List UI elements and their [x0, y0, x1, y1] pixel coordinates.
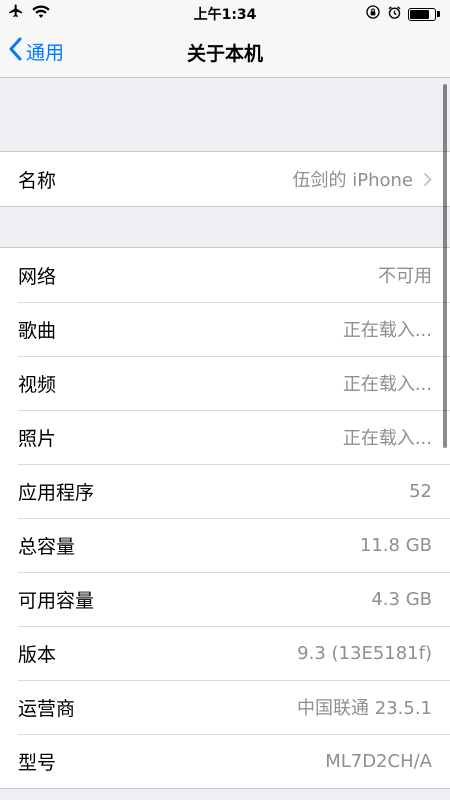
navigation-bar: 通用 关于本机 [0, 26, 450, 78]
name-group: 名称 伍剑的 iPhone [0, 151, 450, 207]
info-row-value: 9.3 (13E5181f) [297, 642, 432, 664]
scroll-indicator[interactable] [443, 84, 447, 448]
status-bar: 上午1:34 [0, 0, 450, 26]
about-screen: 上午1:34 通用 关于本机 名称 伍剑的 iPhone 网络 不可用 歌曲 正… [0, 0, 450, 800]
info-row-label: 应用程序 [18, 481, 95, 504]
info-row-label: 网络 [18, 265, 57, 288]
info-row-label: 视频 [18, 373, 57, 396]
info-row-label: 总容量 [18, 535, 76, 558]
info-row: 网络 不可用 [0, 248, 450, 302]
alarm-icon [387, 5, 402, 24]
info-row-value: 52 [409, 480, 432, 502]
orientation-lock-icon [365, 4, 381, 24]
info-row: 可用容量 4.3 GB [0, 572, 450, 626]
info-row: 运营商 中国联通 23.5.1 [0, 680, 450, 734]
status-right [365, 4, 440, 24]
page-title: 关于本机 [186, 43, 263, 65]
name-row[interactable]: 名称 伍剑的 iPhone [0, 152, 450, 206]
info-row: 视频 正在载入... [0, 356, 450, 410]
info-row-value: 正在载入... [342, 320, 432, 341]
info-row: 应用程序 52 [0, 464, 450, 518]
info-row-value: 正在载入... [342, 374, 432, 395]
name-value: 伍剑的 iPhone [292, 170, 413, 191]
info-row: 总容量 11.8 GB [0, 518, 450, 572]
battery-icon [408, 7, 440, 21]
disclosure-chevron-icon [423, 172, 432, 187]
info-row-label: 可用容量 [18, 589, 95, 612]
info-row-label: 照片 [18, 427, 57, 450]
info-row: 型号 ML7D2CH/A [0, 734, 450, 788]
info-row-label: 版本 [18, 643, 57, 666]
info-row-value: ML7D2CH/A [325, 750, 432, 772]
info-row-label: 运营商 [18, 697, 76, 720]
info-row-value: 4.3 GB [371, 588, 432, 610]
info-row-value: 11.8 GB [359, 534, 432, 556]
info-row-value: 中国联通 23.5.1 [297, 698, 432, 719]
info-row-label: 型号 [18, 751, 57, 774]
info-row: 版本 9.3 (13E5181f) [0, 626, 450, 680]
info-row: 照片 正在载入... [0, 410, 450, 464]
name-label: 名称 [18, 169, 57, 192]
info-row-value: 正在载入... [342, 428, 432, 449]
info-row: 歌曲 正在载入... [0, 302, 450, 356]
info-group: 网络 不可用 歌曲 正在载入... 视频 正在载入... 照片 正在载入... 应用程序 52 总容… [0, 247, 450, 789]
info-row-label: 歌曲 [18, 319, 57, 342]
info-row-value: 不可用 [378, 266, 432, 287]
